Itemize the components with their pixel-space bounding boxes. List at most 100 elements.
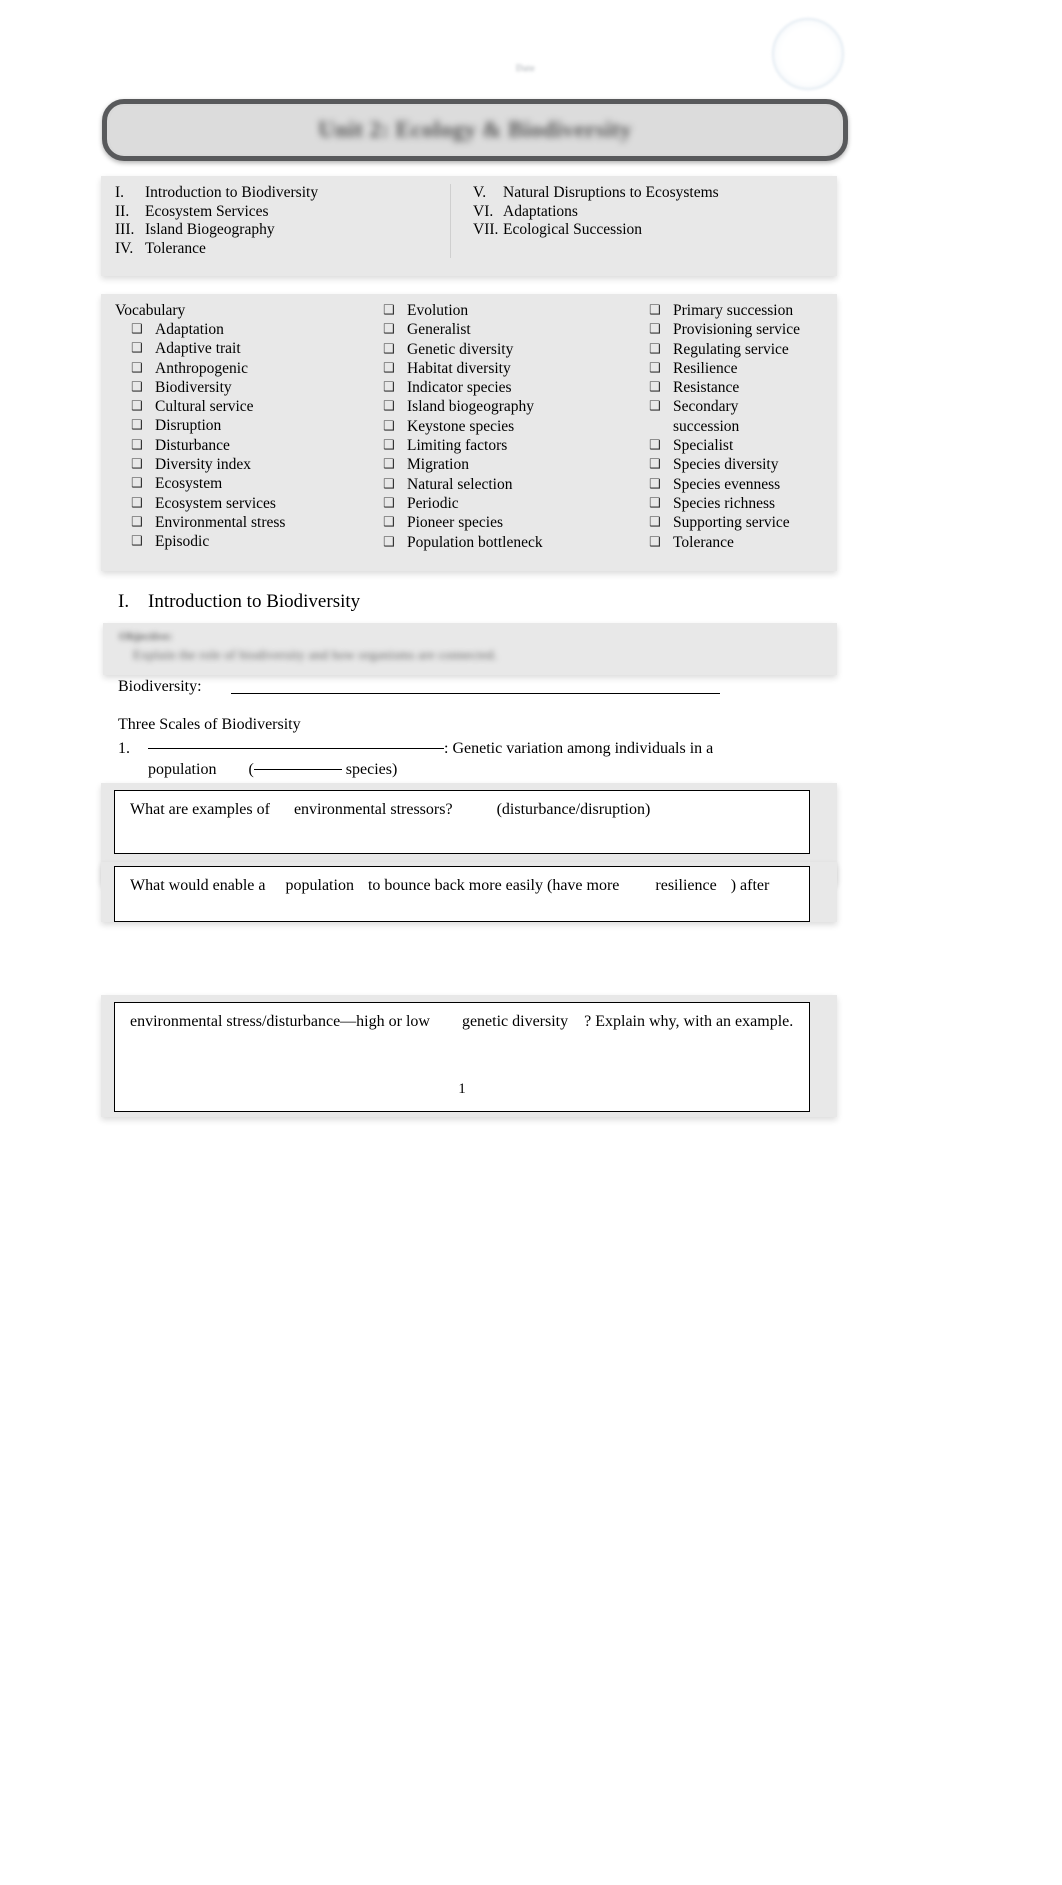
table-of-contents: I. Introduction to Biodiversity II. Ecos… <box>101 176 837 276</box>
toc-item: I. Introduction to Biodiversity <box>115 184 450 203</box>
vocabulary-term: Cultural service <box>155 398 254 416</box>
toc-item: VII. Ecological Succession <box>473 221 837 240</box>
bullet-icon: ❑ <box>383 438 395 454</box>
objective-block: Objective: Explain the role of biodivers… <box>103 623 837 675</box>
bullet-icon: ❑ <box>131 495 143 511</box>
toc-item-label: Ecosystem Services <box>145 202 269 220</box>
vocabulary-term: Disturbance <box>155 436 230 454</box>
bullet-icon: ❑ <box>131 399 143 415</box>
vocabulary-item: ❑ Ecosystem services <box>115 494 369 513</box>
vocabulary-item: ❑ Pioneer species <box>369 513 637 532</box>
bullet-icon: ❑ <box>649 534 661 550</box>
question-three-text: environmental stress/disturbance—high or… <box>130 1013 793 1031</box>
bullet-icon: ❑ <box>131 457 143 473</box>
section-number: I. <box>118 591 130 612</box>
vocabulary-term: Genetic diversity <box>407 340 514 358</box>
bullet-icon: ❑ <box>131 476 143 492</box>
vocabulary-term: Natural selection <box>407 475 513 493</box>
vocabulary-item: ❑ Supporting service <box>637 513 837 532</box>
bullet-icon: ❑ <box>383 322 395 338</box>
bullet-icon: ❑ <box>649 360 661 376</box>
vocabulary-item: ❑ Disturbance <box>115 436 369 455</box>
vocabulary-column-2: ❑ Evolution ❑ Generalist ❑ Genetic diversit… <box>369 301 637 571</box>
bullet-icon: ❑ <box>649 341 661 357</box>
bullet-icon: ❑ <box>131 418 143 434</box>
vocabulary-item: ❑ Species diversity <box>637 455 837 474</box>
scale-one-blank[interactable] <box>148 748 444 749</box>
biodiversity-label: Biodiversity: <box>118 678 202 695</box>
vocabulary-term: Regulating service <box>673 340 789 358</box>
scale-one-paren-close: species) <box>341 761 398 778</box>
bullet-icon: ❑ <box>383 341 395 357</box>
question-two-box[interactable]: What would enable a population to bounce b… <box>114 866 810 922</box>
vocabulary-item: ❑ Keystone species <box>369 417 637 436</box>
vocabulary-item: ❑ Limiting factors <box>369 436 637 455</box>
bullet-icon: ❑ <box>649 457 661 473</box>
vocabulary-item: ❑ Periodic <box>369 494 637 513</box>
bullet-icon: ❑ <box>649 495 661 511</box>
vocabulary-term: Specialist <box>673 437 734 455</box>
vocabulary-item: ❑ Species richness <box>637 494 837 513</box>
question-two-part-4: resilience <box>655 877 717 894</box>
vocabulary-item: ❑ Natural selection <box>369 475 637 494</box>
question-one-box[interactable]: What are examples of environmental stress… <box>114 790 810 854</box>
bullet-icon: ❑ <box>131 379 143 395</box>
vocabulary-item: ❑ Habitat diversity <box>369 359 637 378</box>
toc-item: III. Island Biogeography <box>115 221 450 240</box>
objective-text: Explain the role of biodiversity and how… <box>133 647 498 662</box>
question-three-box[interactable]: environmental stress/disturbance—high or… <box>114 1002 810 1112</box>
scale-one-text: : Genetic variation among individuals in… <box>444 740 714 757</box>
bullet-icon: ❑ <box>383 495 395 511</box>
vocabulary-term: Environmental stress <box>155 513 286 531</box>
question-one-part-2: environmental stressors? <box>293 801 453 818</box>
bullet-icon: ❑ <box>131 534 143 550</box>
vocabulary-term: Population bottleneck <box>407 533 543 551</box>
vocabulary-item: ❑ Cultural service <box>115 397 369 416</box>
scale-one-blank-2[interactable] <box>253 769 342 770</box>
vocabulary-term: Supporting service <box>673 514 790 532</box>
toc-item-label: Introduction to Biodiversity <box>145 184 319 201</box>
vocabulary-item: ❑ Primary succession <box>637 301 837 320</box>
vocabulary-item: ❑ Evolution <box>369 301 637 320</box>
vocabulary-term: Diversity index <box>155 456 251 474</box>
bullet-icon: ❑ <box>131 360 143 376</box>
vocabulary-item: ❑ Provisioning service <box>637 320 837 339</box>
vocabulary-block: Vocabulary ❑ Adaptation ❑ Adaptive trait ❑… <box>101 294 837 571</box>
toc-item-label: Ecological Succession <box>503 221 643 239</box>
question-two-part-2: population <box>285 877 354 894</box>
toc-column-left: I. Introduction to Biodiversity II. Ecos… <box>101 184 451 259</box>
vocabulary-term: Tolerance <box>673 533 734 551</box>
biodiversity-answer-blank[interactable] <box>231 693 720 694</box>
vocabulary-item: ❑ Resistance <box>637 378 837 397</box>
vocabulary-term: Keystone species <box>407 417 515 435</box>
question-three-part-3: ? Explain why, with an example. <box>584 1013 794 1030</box>
page-number: 1 <box>458 1081 466 1097</box>
scale-one-number: 1. <box>118 740 130 757</box>
vocabulary-item: ❑ Episodic <box>115 532 369 551</box>
bullet-icon: ❑ <box>131 322 143 337</box>
title-banner: Unit 2: Ecology & Biodiversity <box>102 99 848 161</box>
document-title: Unit 2: Ecology & Biodiversity <box>318 117 632 142</box>
toc-item-number: III. <box>115 221 135 239</box>
bullet-icon: ❑ <box>383 399 395 415</box>
toc-item-number: IV. <box>115 239 134 257</box>
bullet-icon: ❑ <box>649 476 661 492</box>
vocabulary-item: ❑ Adaptive trait <box>115 339 369 358</box>
bullet-icon: ❑ <box>649 438 661 454</box>
bullet-icon: ❑ <box>383 418 395 434</box>
vocabulary-item: ❑ Indicator species <box>369 378 637 397</box>
vocabulary-term: Adaptive trait <box>155 340 241 358</box>
vocabulary-term: Anthropogenic <box>155 359 248 377</box>
vocabulary-term: Primary succession <box>673 302 794 319</box>
section-heading-one: I. Introduction to Biodiversity <box>118 591 360 613</box>
bullet-icon: ❑ <box>649 399 661 415</box>
vocabulary-item: ❑ Diversity index <box>115 455 369 474</box>
bullet-icon: ❑ <box>649 322 661 338</box>
bullet-icon: ❑ <box>131 341 143 357</box>
toc-item: V. Natural Disruptions to Ecosystems <box>473 184 837 203</box>
toc-column-right: V. Natural Disruptions to Ecosystems VI.… <box>451 184 837 258</box>
vocabulary-term: Disruption <box>155 417 222 435</box>
vocabulary-item: ❑ Generalist <box>369 320 637 339</box>
bullet-icon: ❑ <box>383 380 395 396</box>
vocabulary-item: ❑ Specialist <box>637 436 837 455</box>
